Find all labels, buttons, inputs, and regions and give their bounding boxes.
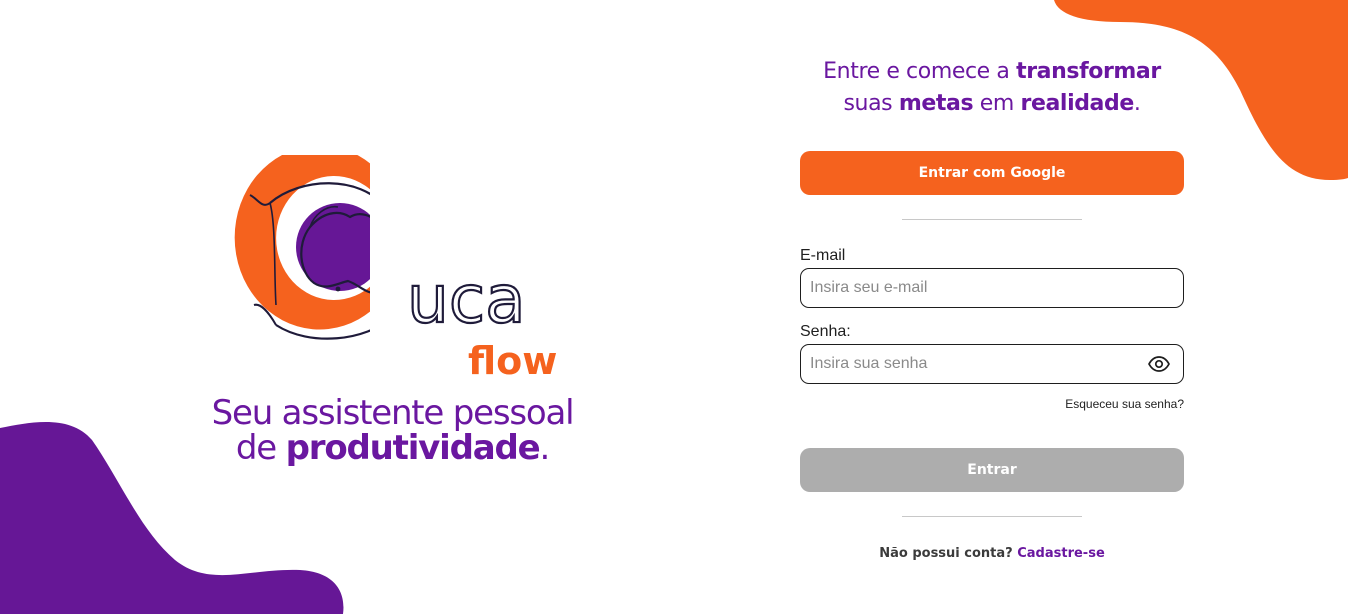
tagline-bold: produtividade [285, 428, 541, 468]
tagline-line-1: Seu assistente pessoal [211, 393, 575, 433]
tagline-line-2: de produtividade. [170, 431, 615, 466]
signup-prompt-text: Não possui conta? [879, 546, 1018, 561]
login-page: uca flow Seu assistente pessoal de produ… [0, 0, 1348, 614]
email-input[interactable] [801, 269, 1183, 307]
tagline-prefix: de [235, 428, 286, 468]
headline-bold: realidade [1020, 91, 1135, 116]
eye-icon[interactable] [1147, 352, 1171, 376]
headline-text: suas [843, 91, 899, 116]
headline-line-2: suas metas em realidade. [790, 88, 1194, 120]
signup-prompt: Não possui conta? Cadastre-se [800, 546, 1184, 561]
headline-text: Entre e comece a [823, 59, 1017, 84]
logo-wordmark-uca: uca [406, 261, 527, 338]
divider [902, 219, 1082, 220]
tagline: Seu assistente pessoal de produtividade. [170, 396, 615, 466]
tagline-suffix: . [539, 428, 550, 468]
submit-login-button[interactable]: Entrar [800, 448, 1184, 492]
divider [902, 516, 1082, 517]
password-field-container [800, 344, 1184, 384]
login-headline: Entre e comece a transformar suas metas … [790, 56, 1194, 120]
headline-bold: transformar [1016, 59, 1161, 84]
email-field-container [800, 268, 1184, 308]
cuca-logo-icon [234, 155, 370, 340]
headline-bold: metas [898, 91, 974, 116]
email-label: E-mail [800, 247, 846, 264]
logo-wordmark-flow: flow [468, 339, 558, 383]
brand-block: uca flow [200, 155, 600, 395]
password-input[interactable] [801, 345, 1147, 383]
headline-text: . [1133, 91, 1141, 116]
headline-line-1: Entre e comece a transformar [790, 56, 1194, 88]
password-label: Senha: [800, 323, 851, 340]
google-login-button[interactable]: Entrar com Google [800, 151, 1184, 195]
signup-link[interactable]: Cadastre-se [1017, 546, 1105, 561]
forgot-password-link[interactable]: Esqueceu sua senha? [1065, 397, 1184, 411]
headline-text: em [973, 91, 1021, 116]
